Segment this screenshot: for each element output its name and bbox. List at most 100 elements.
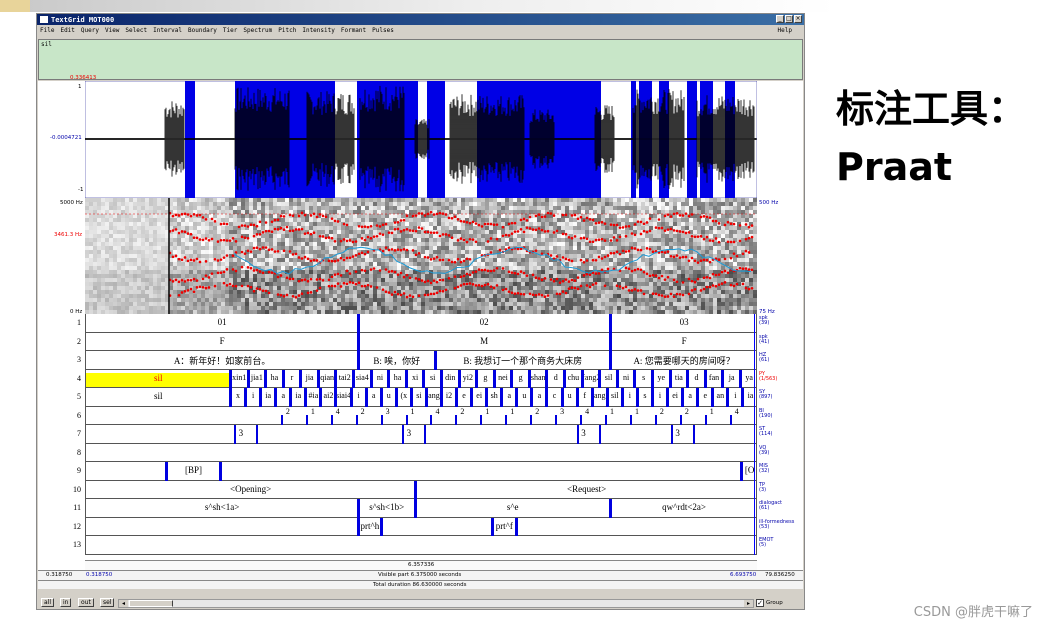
point-marker[interactable] [255, 425, 258, 444]
interval-label[interactable]: F [610, 336, 758, 351]
point-marker[interactable] [654, 414, 657, 425]
point-mark[interactable]: 2 [532, 407, 542, 416]
tier-3[interactable]: A：新年好！如家前台。 B: 唉，你好 B: 我想订一个那个商务大床房 A: 您需要哪… [85, 351, 757, 370]
boundary[interactable] [545, 369, 549, 388]
interval-label[interactable]: nei [494, 373, 512, 388]
menu-tier[interactable]: Tier [223, 27, 237, 34]
boundary[interactable] [274, 388, 278, 407]
menu-interval[interactable]: Interval [153, 27, 182, 34]
boundary[interactable] [681, 388, 685, 407]
interval-label[interactable]: <Opening> [86, 484, 415, 499]
interval-label[interactable]: A：新年好！如家前台。 [86, 354, 358, 369]
boundary[interactable] [409, 388, 413, 407]
interval-text-editor[interactable]: sil [38, 39, 803, 80]
interval-label[interactable]: xi [406, 373, 424, 388]
menu-pulses[interactable]: Pulses [372, 27, 394, 34]
menu-spectrum[interactable]: Spectrum [243, 27, 272, 34]
boundary[interactable] [726, 388, 730, 407]
point-mark[interactable]: 4 [732, 407, 742, 416]
point-mark[interactable]: 1 [507, 407, 517, 416]
boundary[interactable] [633, 369, 637, 388]
boundary[interactable] [334, 388, 338, 407]
point-mark[interactable]: 2 [682, 407, 692, 416]
menu-view[interactable]: View [105, 27, 119, 34]
interval-label[interactable]: sil [86, 372, 231, 387]
boundary[interactable] [696, 388, 700, 407]
point-mark[interactable]: 3 [404, 428, 414, 438]
boundary[interactable] [165, 462, 169, 481]
boundary[interactable] [510, 369, 514, 388]
point-marker[interactable] [505, 414, 508, 425]
boundary[interactable] [433, 351, 437, 370]
interval-label[interactable]: ia [743, 391, 758, 406]
interval-label[interactable]: d [688, 373, 706, 388]
point-mark[interactable]: 3 [236, 428, 246, 438]
boundary[interactable] [475, 369, 479, 388]
boundary[interactable] [598, 369, 602, 388]
minimize-button[interactable]: _ [776, 15, 784, 23]
boundary[interactable] [500, 388, 504, 407]
boundary[interactable] [316, 369, 320, 388]
menu-intensity[interactable]: Intensity [302, 27, 335, 34]
interval-label[interactable]: M [358, 336, 610, 351]
point-mark[interactable]: 2 [283, 407, 293, 416]
interval-label[interactable]: yi2 [459, 373, 477, 388]
interval-label[interactable]: si [424, 373, 442, 388]
point-mark[interactable]: 3 [579, 428, 589, 438]
boundary[interactable] [228, 388, 232, 407]
tier-4[interactable]: sil xin1 jia1 ha r jia qian tai2 sia4 ni ha xi si din… [85, 369, 758, 388]
boundary[interactable] [608, 351, 612, 370]
point-marker[interactable] [704, 414, 707, 425]
zoom-sel-button[interactable]: sel [100, 598, 115, 607]
interval-label[interactable]: 03 [610, 317, 758, 332]
interval-label[interactable]: ha [389, 373, 407, 388]
interval-label[interactable]: ni [617, 373, 635, 388]
boundary[interactable] [580, 369, 584, 388]
tier-10[interactable]: <Opening> <Request> [85, 480, 757, 499]
boundary[interactable] [349, 388, 353, 407]
boundary[interactable] [515, 388, 519, 407]
point-marker[interactable] [233, 425, 236, 444]
interval-label[interactable]: fan [705, 373, 723, 388]
interval-label[interactable]: ya [740, 373, 758, 388]
boundary[interactable] [615, 369, 619, 388]
boundary[interactable] [739, 462, 743, 481]
waveform[interactable] [85, 81, 757, 198]
point-mark[interactable]: 3 [383, 407, 393, 416]
point-marker[interactable] [530, 414, 533, 425]
interval-label[interactable]: F [86, 336, 358, 351]
boundary[interactable] [668, 369, 672, 388]
menu-boundary[interactable]: Boundary [188, 27, 217, 34]
boundary[interactable] [721, 369, 725, 388]
interval-label[interactable]: B: 我想订一个那个商务大床房 [435, 354, 610, 369]
menu-edit[interactable]: Edit [60, 27, 74, 34]
zoom-all-button[interactable]: all [41, 598, 55, 607]
point-mark[interactable]: 4 [432, 407, 442, 416]
boundary[interactable] [492, 369, 496, 388]
maximize-button[interactable]: □ [785, 15, 793, 23]
boundary[interactable] [356, 517, 360, 536]
point-marker[interactable] [455, 414, 458, 425]
interval-label[interactable]: s [635, 373, 653, 388]
tier-8[interactable] [85, 443, 757, 462]
tier-13[interactable] [85, 536, 757, 555]
point-marker[interactable] [670, 425, 673, 444]
point-marker[interactable] [629, 414, 632, 425]
boundary[interactable] [530, 388, 534, 407]
point-mark[interactable]: 1 [308, 407, 318, 416]
point-mark[interactable]: 1 [482, 407, 492, 416]
interval-label[interactable]: s^e [415, 502, 610, 517]
boundary[interactable] [608, 499, 612, 518]
boundary[interactable] [424, 388, 428, 407]
point-mark[interactable]: 2 [657, 407, 667, 416]
boundary[interactable] [299, 369, 303, 388]
point-mark[interactable]: 1 [607, 407, 617, 416]
scroll-right-arrow[interactable]: ▸ [744, 600, 753, 607]
point-marker[interactable] [679, 414, 682, 425]
boundary[interactable] [422, 369, 426, 388]
boundary[interactable] [289, 388, 293, 407]
tier-11[interactable]: s^sh<1a> s^sh<1b> s^e qw^rdt<2a> [85, 499, 757, 518]
scroll-thumb[interactable] [129, 600, 173, 607]
boundary[interactable] [485, 388, 489, 407]
interval-label[interactable]: din [441, 373, 459, 388]
